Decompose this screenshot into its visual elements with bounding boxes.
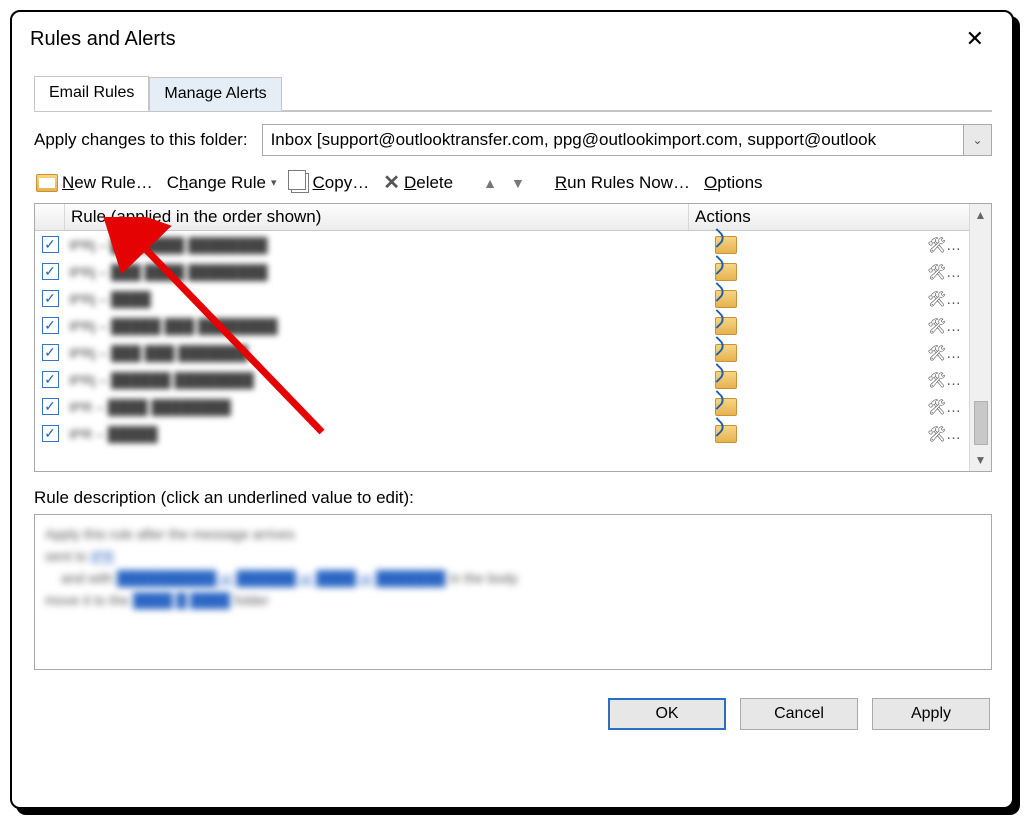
move-to-folder-icon: [715, 425, 737, 443]
rule-checkbox[interactable]: ✓: [35, 263, 65, 280]
ok-button[interactable]: OK: [608, 698, 726, 730]
rule-actions: 🛠…: [689, 263, 969, 281]
rule-actions: 🛠…: [689, 317, 969, 335]
rules-list: Rule (applied in the order shown) Action…: [34, 203, 992, 472]
new-rule-icon: [36, 174, 58, 192]
rule-actions: 🛠…: [689, 236, 969, 254]
table-row[interactable]: ✓IPRj – ███ ████ ████████ 🛠…: [35, 258, 969, 285]
rule-checkbox[interactable]: ✓: [35, 317, 65, 334]
rule-checkbox[interactable]: ✓: [35, 371, 65, 388]
rule-settings-icon: 🛠…: [927, 290, 961, 308]
move-to-folder-icon: [715, 344, 737, 362]
new-rule-button[interactable]: New Rule…: [34, 171, 155, 195]
rule-name: IPRj – ███ ████ ████████: [65, 237, 689, 253]
rule-actions: 🛠…: [689, 371, 969, 389]
change-rule-button[interactable]: Change Rule▾: [165, 171, 279, 195]
scroll-up-icon[interactable]: ▲: [975, 204, 987, 226]
table-row[interactable]: ✓IPR – ████ ████████ 🛠…: [35, 393, 969, 420]
move-to-folder-icon: [715, 398, 737, 416]
rule-settings-icon: 🛠…: [927, 317, 961, 335]
apply-button[interactable]: Apply: [872, 698, 990, 730]
move-to-folder-icon: [715, 371, 737, 389]
rule-name: IPRj – █████ ███ ████████: [65, 318, 689, 334]
desc-link[interactable]: IPR: [91, 548, 114, 564]
desc-line: move it to the: [45, 592, 133, 608]
rule-settings-icon: 🛠…: [927, 425, 961, 443]
table-row[interactable]: ✓IPRj – ██████ ████████ 🛠…: [35, 366, 969, 393]
folder-dropdown-button[interactable]: ⌄: [964, 124, 992, 156]
move-to-folder-icon: [715, 317, 737, 335]
rule-description-box: Apply this rule after the message arrive…: [34, 514, 992, 670]
rule-checkbox[interactable]: ✓: [35, 425, 65, 442]
options-button[interactable]: Options: [702, 171, 765, 195]
rule-name: IPR – █████: [65, 426, 689, 442]
table-row[interactable]: ✓IPR – █████ 🛠…: [35, 420, 969, 447]
copy-icon: [291, 173, 309, 193]
folder-select[interactable]: ⌄: [262, 124, 992, 156]
rule-name: IPRj – ██████ ████████: [65, 372, 689, 388]
rule-actions: 🛠…: [689, 398, 969, 416]
delete-icon: ✕: [383, 170, 400, 195]
rule-description-label: Rule description (click an underlined va…: [34, 488, 992, 508]
move-to-folder-icon: [715, 290, 737, 308]
rule-checkbox[interactable]: ✓: [35, 398, 65, 415]
desc-line: Apply this rule after the message arrive…: [45, 526, 295, 542]
dialog-window: Rules and Alerts ✕ Email Rules Manage Al…: [10, 10, 1014, 809]
desc-line: and with: [61, 570, 117, 586]
rule-name: IPR – ████ ████████: [65, 399, 689, 415]
move-to-folder-icon: [715, 263, 737, 281]
dialog-buttons: OK Cancel Apply: [12, 684, 1012, 736]
table-row[interactable]: ✓IPRj – ███ ███ ███████ 🛠…: [35, 339, 969, 366]
move-up-button[interactable]: ▲: [481, 173, 499, 193]
rules-list-header: Rule (applied in the order shown) Action…: [35, 204, 969, 231]
table-row[interactable]: ✓IPRj – █████ ███ ████████ 🛠…: [35, 312, 969, 339]
desc-line: in the body: [449, 570, 518, 586]
tab-email-rules[interactable]: Email Rules: [34, 76, 149, 111]
folder-input[interactable]: [262, 124, 964, 156]
rule-settings-icon: 🛠…: [927, 263, 961, 281]
cancel-button[interactable]: Cancel: [740, 698, 858, 730]
rule-actions: 🛠…: [689, 290, 969, 308]
window-title: Rules and Alerts: [30, 28, 176, 51]
rule-name: IPRj – ████: [65, 291, 689, 307]
table-row[interactable]: ✓IPRj – ███ ████ ████████ 🛠…: [35, 231, 969, 258]
rule-settings-icon: 🛠…: [927, 236, 961, 254]
delete-button[interactable]: ✕ Delete: [381, 168, 455, 197]
table-row[interactable]: ✓IPRj – ████ 🛠…: [35, 285, 969, 312]
rule-settings-icon: 🛠…: [927, 371, 961, 389]
scroll-down-icon[interactable]: ▼: [975, 449, 987, 471]
column-rule[interactable]: Rule (applied in the order shown): [65, 204, 689, 230]
chevron-down-icon: ⌄: [972, 133, 982, 147]
rule-name: IPRj – ███ ████ ████████: [65, 264, 689, 280]
desc-line: sent to: [45, 548, 91, 564]
rule-checkbox[interactable]: ✓: [35, 236, 65, 253]
folder-label: Apply changes to this folder:: [34, 130, 248, 150]
rule-checkbox[interactable]: ✓: [35, 344, 65, 361]
rule-settings-icon: 🛠…: [927, 344, 961, 362]
move-down-button[interactable]: ▼: [509, 173, 527, 193]
close-icon[interactable]: ✕: [956, 22, 994, 56]
folder-row: Apply changes to this folder: ⌄: [34, 124, 992, 156]
title-bar: Rules and Alerts ✕: [12, 12, 1012, 60]
copy-button[interactable]: Copy…: [289, 171, 372, 195]
tab-strip: Email Rules Manage Alerts: [34, 76, 992, 111]
rules-scrollbar[interactable]: ▲ ▼: [969, 204, 991, 471]
tab-manage-alerts[interactable]: Manage Alerts: [149, 77, 281, 111]
desc-link[interactable]: ██████████ or ██████ or ████ or ███████: [117, 570, 446, 586]
scroll-thumb[interactable]: [974, 401, 988, 445]
move-to-folder-icon: [715, 236, 737, 254]
dialog-content: Email Rules Manage Alerts Apply changes …: [12, 60, 1012, 684]
rule-name: IPRj – ███ ███ ███████: [65, 345, 689, 361]
rule-checkbox[interactable]: ✓: [35, 290, 65, 307]
rule-actions: 🛠…: [689, 425, 969, 443]
rule-settings-icon: 🛠…: [927, 398, 961, 416]
run-rules-button[interactable]: Run Rules Now…: [553, 171, 692, 195]
rule-actions: 🛠…: [689, 344, 969, 362]
desc-line: folder: [234, 592, 269, 608]
rules-toolbar: New Rule… Change Rule▾ Copy… ✕ Delete ▲ …: [34, 166, 992, 203]
desc-link[interactable]: ████ █ ████: [133, 592, 230, 608]
column-actions[interactable]: Actions: [689, 204, 969, 230]
